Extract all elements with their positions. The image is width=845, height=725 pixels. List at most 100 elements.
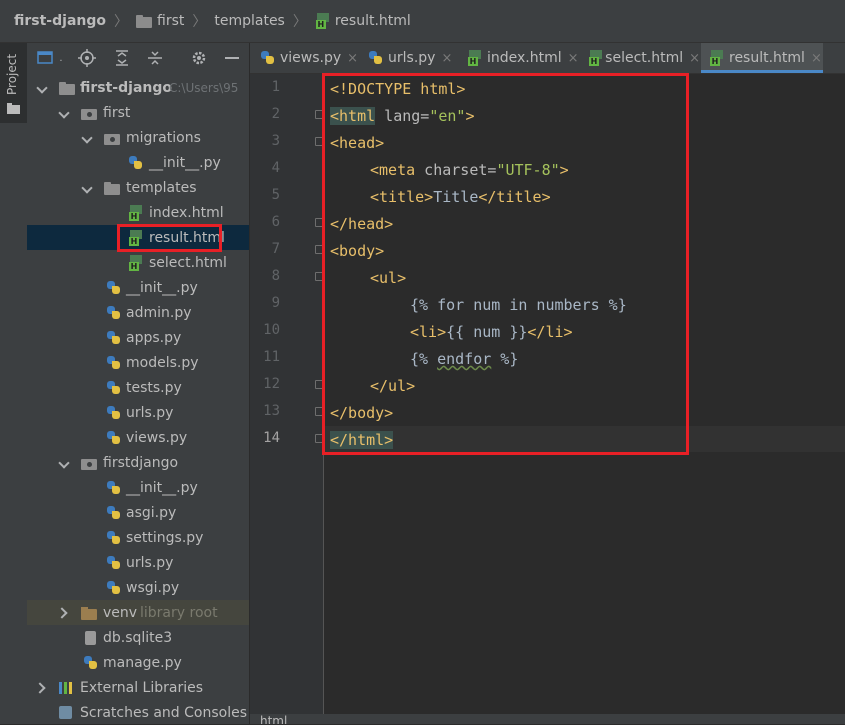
tree-row-first-file[interactable]: apps.py	[27, 325, 249, 350]
tree-row-firstdjango-file[interactable]: __init__.py	[27, 475, 249, 500]
line-number: 3	[271, 133, 280, 149]
chevron-down-icon[interactable]	[58, 457, 70, 469]
line-number: 12	[263, 376, 280, 392]
tree-row-first-file[interactable]: __init__.py	[27, 275, 249, 300]
tree-row-index-html[interactable]: index.html	[27, 200, 249, 225]
close-icon[interactable]: ×	[689, 51, 700, 66]
tree-row-migrations[interactable]: migrations	[27, 125, 249, 150]
python-file-icon	[106, 380, 122, 396]
project-tool-window-button[interactable]: Project	[0, 43, 27, 123]
tree-row-templates[interactable]: templates	[27, 175, 249, 200]
close-icon[interactable]: ×	[347, 51, 358, 66]
line-number: 5	[271, 187, 280, 203]
html-file-icon	[128, 254, 144, 271]
tree-row-scratches[interactable]: Scratches and Consoles	[27, 700, 249, 725]
tree-row-manage[interactable]: manage.py	[27, 650, 249, 675]
tree-row-firstdjango-file[interactable]: urls.py	[27, 550, 249, 575]
package-folder-icon	[104, 130, 120, 146]
line-number: 4	[271, 160, 280, 176]
tree-row-firstdjango-file[interactable]: asgi.py	[27, 500, 249, 525]
chevron-down-icon[interactable]	[81, 182, 93, 194]
tab-views-py[interactable]: views.py ×	[260, 43, 363, 73]
python-file-icon	[106, 430, 122, 446]
python-file-icon	[106, 555, 122, 571]
tab-select-html[interactable]: select.html ×	[588, 43, 700, 73]
library-folder-icon	[81, 605, 97, 621]
breadcrumb-project[interactable]: first-django 〉	[14, 11, 136, 31]
python-file-icon	[106, 580, 122, 596]
tree-row-select-html[interactable]: select.html	[27, 250, 249, 275]
chevron-down-icon[interactable]	[58, 107, 70, 119]
tree-row-firstdjango-file[interactable]: wsgi.py	[27, 575, 249, 600]
breadcrumb-templates[interactable]: templates 〉	[214, 11, 315, 31]
chevron-right-icon: 〉	[292, 14, 307, 30]
navigation-bar: first-django 〉 first 〉 templates 〉 resul…	[0, 0, 845, 43]
collapse-all-icon[interactable]	[145, 48, 165, 68]
tab-index-html[interactable]: index.html ×	[467, 43, 582, 73]
chevron-right-icon[interactable]	[36, 682, 48, 694]
dropdown-dot-icon[interactable]: .	[51, 48, 71, 68]
breadcrumb-first[interactable]: first 〉	[136, 11, 214, 31]
chevron-right-icon[interactable]	[58, 607, 70, 619]
python-file-icon	[83, 655, 99, 671]
tree-row-first-file[interactable]: admin.py	[27, 300, 249, 325]
folder-icon	[136, 14, 152, 28]
tab-result-html[interactable]: result.html ×	[701, 43, 823, 73]
python-file-icon	[106, 355, 122, 371]
project-panel: . first-django C:\Users\95 first migrati…	[27, 43, 250, 724]
project-label: Project	[5, 53, 19, 95]
python-file-icon	[106, 305, 122, 321]
breadcrumb-result-html[interactable]: result.html	[315, 13, 411, 29]
chevron-down-icon[interactable]	[36, 82, 48, 94]
python-file-icon	[106, 330, 122, 346]
tab-urls-py[interactable]: urls.py ×	[368, 43, 460, 73]
tree-row-first-file[interactable]: views.py	[27, 425, 249, 450]
tree-row-first-file[interactable]: tests.py	[27, 375, 249, 400]
tool-window-strip: Project	[0, 43, 28, 724]
python-file-icon	[106, 505, 122, 521]
tree-row-venv[interactable]: venv library root	[27, 600, 249, 625]
line-number: 2	[271, 106, 280, 122]
folder-icon	[7, 103, 20, 114]
line-number: 10	[263, 322, 280, 338]
package-folder-icon	[81, 455, 97, 471]
database-file-icon	[83, 630, 99, 646]
html-file-icon	[588, 50, 603, 66]
expand-all-icon[interactable]	[112, 48, 132, 68]
tree-row-first-django[interactable]: first-django C:\Users\95	[27, 75, 249, 100]
python-file-icon	[368, 50, 384, 66]
chevron-down-icon[interactable]	[81, 132, 93, 144]
tree-row-firstdjango-file[interactable]: settings.py	[27, 525, 249, 550]
line-number: 7	[271, 241, 280, 257]
line-number: 14	[263, 430, 280, 446]
tree-row-first-file[interactable]: urls.py	[27, 400, 249, 425]
tree-row-first-file[interactable]: models.py	[27, 350, 249, 375]
line-number: 1	[271, 79, 280, 95]
html-file-icon	[128, 204, 144, 221]
line-number: 8	[271, 268, 280, 284]
line-number: 9	[271, 295, 280, 311]
tree-row-firstdjango[interactable]: firstdjango	[27, 450, 249, 475]
tree-row-migrations-init[interactable]: __init__.py	[27, 150, 249, 175]
close-icon[interactable]: ×	[441, 51, 452, 66]
line-number: 6	[271, 214, 280, 230]
gear-icon[interactable]	[189, 48, 209, 68]
editor-tabs: views.py × urls.py × index.html × select…	[250, 43, 845, 74]
library-icon	[58, 680, 74, 696]
tree-row-first[interactable]: first	[27, 100, 249, 125]
folder-icon	[59, 80, 75, 96]
breadcrumb-status: html	[250, 714, 845, 724]
tree-row-external-libraries[interactable]: External Libraries	[27, 675, 249, 700]
html-file-icon	[315, 13, 331, 29]
locate-icon[interactable]	[77, 48, 97, 68]
python-file-icon	[106, 530, 122, 546]
close-icon[interactable]: ×	[811, 51, 822, 66]
python-file-icon	[260, 50, 276, 66]
project-toolbar: .	[27, 43, 249, 73]
python-file-icon	[106, 480, 122, 496]
line-number-gutter: 1 2 3 4 5 6 7 8 9 10 11 12 13 14	[250, 74, 324, 724]
line-number: 13	[263, 403, 280, 419]
tree-row-db[interactable]: db.sqlite3	[27, 625, 249, 650]
minimize-icon[interactable]	[222, 48, 242, 68]
close-icon[interactable]: ×	[568, 51, 579, 66]
